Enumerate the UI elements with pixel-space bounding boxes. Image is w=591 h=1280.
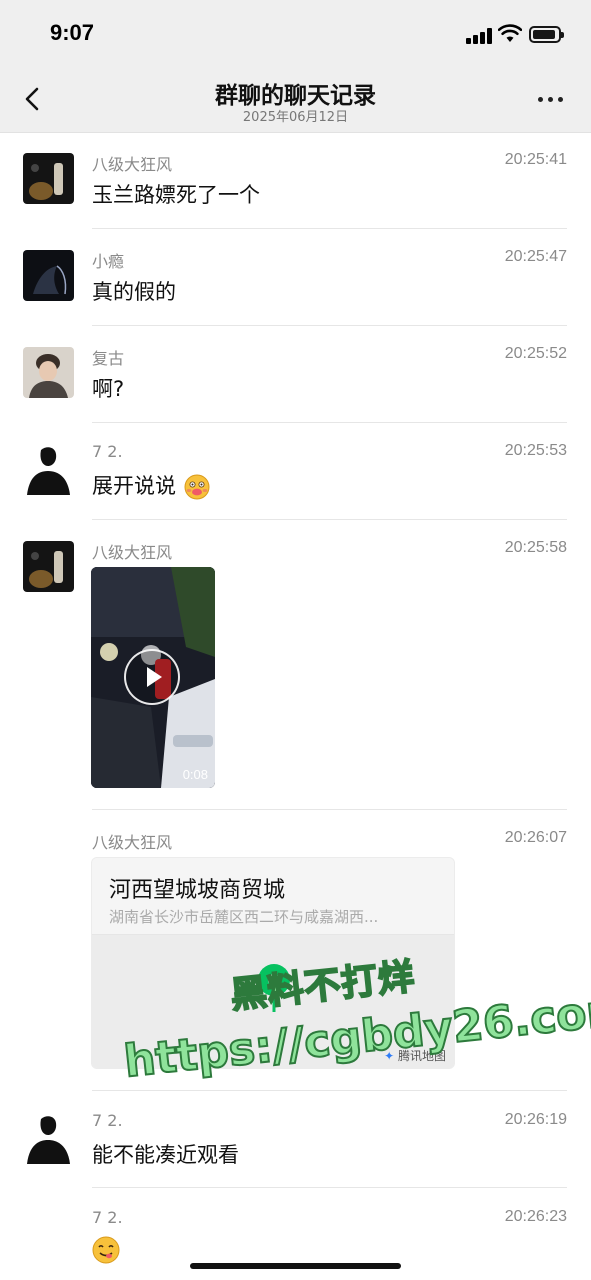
- divider: [92, 325, 567, 326]
- video-duration: 0:08: [182, 767, 208, 782]
- play-icon: [147, 667, 162, 687]
- sender-name: 八级大狂风: [92, 543, 173, 562]
- page-title: 群聊的聊天记录: [215, 83, 376, 109]
- sender-name: 7 2.: [92, 1208, 123, 1227]
- home-indicator: [190, 1263, 401, 1269]
- message-text: 展开说说: [92, 470, 211, 501]
- sender-name: 7 2.: [92, 442, 123, 461]
- divider: [92, 519, 567, 520]
- location-name: 河西望城坡商贸城: [109, 878, 286, 903]
- avatar[interactable]: [23, 153, 74, 204]
- avatar[interactable]: [23, 1113, 74, 1164]
- sender-name: 复古: [92, 349, 125, 368]
- message-text: 玉兰路嫖死了一个: [92, 183, 260, 207]
- message-time: 20:25:58: [504, 539, 567, 556]
- divider: [92, 422, 567, 423]
- message-text-content: 展开说说: [92, 474, 176, 498]
- cellular-signal-icon: [466, 28, 494, 44]
- avatar[interactable]: [23, 444, 74, 495]
- avatar[interactable]: [23, 541, 74, 592]
- location-address: 湖南省长沙市岳麓区西二环与咸嘉湖西...: [109, 908, 379, 926]
- message-time: 20:26:19: [504, 1111, 567, 1128]
- status-time: 9:07: [50, 20, 95, 45]
- status-bar: 9:07: [0, 0, 591, 66]
- nav-bar: 群聊的聊天记录 2025年06月12日: [0, 66, 591, 133]
- message-time: 20:25:53: [504, 442, 567, 459]
- play-button[interactable]: [124, 649, 180, 705]
- sender-name: 7 2.: [92, 1111, 123, 1130]
- more-options-icon[interactable]: [536, 96, 566, 106]
- message-time: 20:26:23: [504, 1208, 567, 1225]
- message-text: 真的假的: [92, 280, 176, 304]
- wifi-icon: [498, 24, 522, 42]
- sender-name: 八级大狂风: [92, 155, 173, 174]
- sender-name: 八级大狂风: [92, 833, 173, 852]
- page-subtitle-date: 2025年06月12日: [242, 110, 349, 125]
- location-header: 河西望城坡商贸城 湖南省长沙市岳麓区西二环与咸嘉湖西...: [92, 858, 454, 935]
- divider: [92, 1090, 567, 1091]
- message-text: 啊?: [92, 377, 125, 401]
- video-thumbnail[interactable]: 0:08: [91, 567, 215, 788]
- avatar[interactable]: [23, 250, 74, 301]
- message-time: 20:25:41: [504, 151, 567, 168]
- message-time: 20:26:07: [504, 829, 567, 846]
- divider: [92, 1187, 567, 1188]
- hot-face-emoji-icon: [184, 474, 210, 500]
- avatar[interactable]: [23, 347, 74, 398]
- divider: [92, 809, 567, 810]
- message-text: 能不能凑近观看: [92, 1143, 239, 1167]
- message-time: 20:25:52: [504, 345, 567, 362]
- sender-name: 小瘾: [92, 252, 125, 271]
- divider: [92, 228, 567, 229]
- battery-icon: [529, 26, 564, 43]
- message-time: 20:25:47: [504, 248, 567, 265]
- yum-face-emoji-icon: [92, 1236, 120, 1264]
